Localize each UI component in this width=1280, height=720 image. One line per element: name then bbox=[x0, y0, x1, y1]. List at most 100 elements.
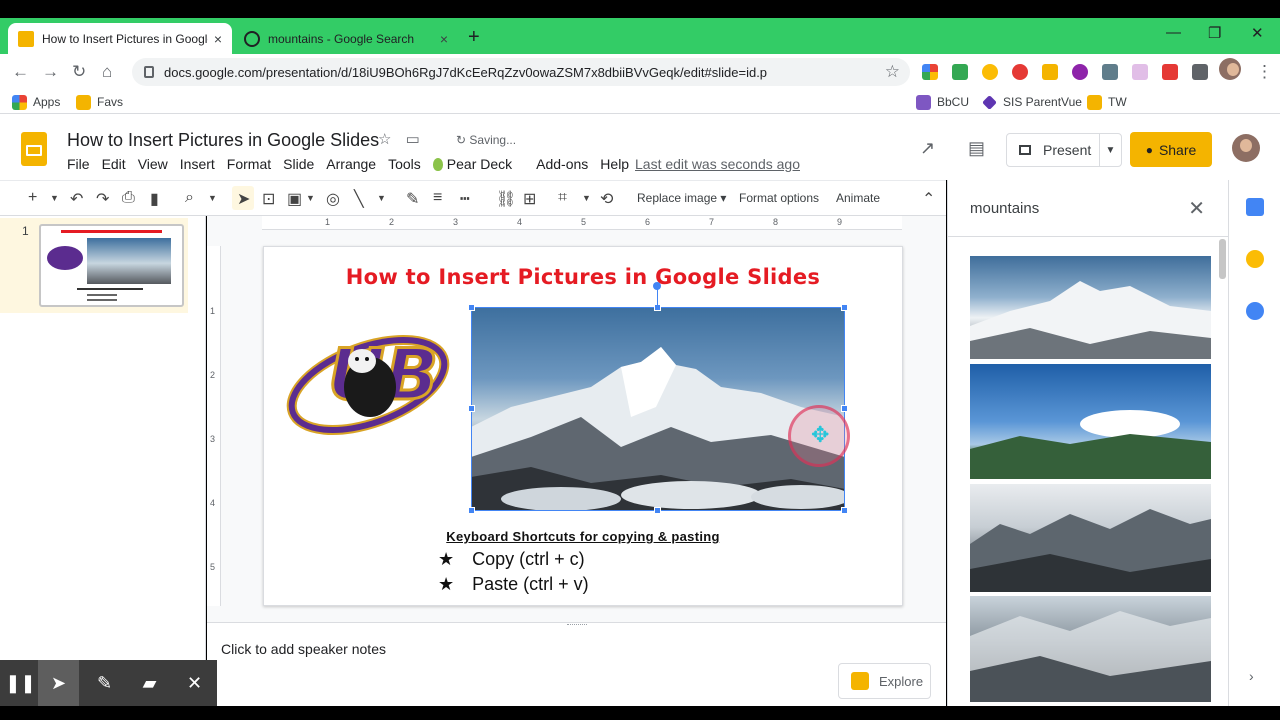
menu-view[interactable]: View bbox=[138, 156, 168, 172]
image-result-2[interactable] bbox=[970, 364, 1211, 479]
address-bar[interactable]: docs.google.com/presentation/d/18iU9BOh6… bbox=[132, 58, 910, 86]
extension-icon[interactable] bbox=[1042, 64, 1058, 80]
shortcuts-heading[interactable]: Keyboard Shortcuts for copying & pasting bbox=[264, 529, 902, 544]
image-result-3[interactable] bbox=[970, 484, 1211, 592]
highlighter-tool-icon[interactable]: ▰ bbox=[129, 660, 170, 706]
explore-button[interactable]: Explore bbox=[838, 663, 931, 699]
crop-icon[interactable]: ⌗ bbox=[558, 189, 567, 207]
paint-format-icon[interactable]: ▮ bbox=[150, 189, 159, 209]
resize-handle-w[interactable] bbox=[468, 405, 475, 412]
text-box-icon[interactable]: ⊡ bbox=[262, 189, 275, 209]
forward-icon[interactable]: → bbox=[42, 62, 59, 82]
menu-slide[interactable]: Slide bbox=[283, 156, 314, 172]
menu-pear-deck[interactable]: Pear Deck bbox=[432, 156, 524, 172]
rotate-handle[interactable] bbox=[653, 282, 661, 290]
pause-icon[interactable]: ❚❚ bbox=[0, 660, 41, 706]
horizontal-ruler[interactable]: 1 2 3 4 5 6 7 8 9 bbox=[262, 216, 902, 230]
share-button[interactable]: ● Share bbox=[1130, 132, 1212, 167]
menu-add-ons[interactable]: Add-ons bbox=[536, 156, 588, 172]
close-tab-icon[interactable]: × bbox=[440, 31, 448, 47]
apps-extension-icon[interactable] bbox=[922, 64, 938, 80]
close-panel-icon[interactable]: ✕ bbox=[1188, 196, 1205, 221]
speaker-notes-placeholder[interactable]: Click to add speaker notes bbox=[221, 641, 386, 657]
maximize-button[interactable]: ❐ bbox=[1208, 24, 1221, 42]
extension-icon[interactable] bbox=[1072, 64, 1088, 80]
activity-trend-icon[interactable]: ↗ bbox=[920, 138, 935, 159]
bullet-paste[interactable]: ★ Paste (ctrl + v) bbox=[438, 574, 589, 595]
resize-handle-se[interactable] bbox=[841, 507, 848, 514]
vertical-ruler[interactable]: 1 2 3 4 5 bbox=[207, 246, 221, 606]
extension-icon[interactable] bbox=[1012, 64, 1028, 80]
bear-logo-image[interactable]: UB bbox=[284, 315, 452, 445]
comment-add-icon[interactable]: ⊞ bbox=[523, 189, 536, 209]
zoom-icon[interactable]: ⌕ bbox=[185, 189, 194, 207]
tab-google-search[interactable]: mountains - Google Search × bbox=[234, 23, 458, 54]
pointer-tool-icon[interactable]: ➤ bbox=[38, 660, 79, 706]
extension-icon[interactable] bbox=[952, 64, 968, 80]
tab-slides[interactable]: How to Insert Pictures in Google × bbox=[8, 23, 232, 54]
search-query[interactable]: mountains bbox=[970, 200, 1039, 217]
line-icon[interactable]: ╲ bbox=[354, 189, 364, 209]
close-recorder-icon[interactable]: ✕ bbox=[174, 660, 215, 706]
menu-tools[interactable]: Tools bbox=[388, 156, 421, 172]
expand-rail-icon[interactable]: › bbox=[1249, 668, 1254, 684]
bookmark-apps[interactable]: Apps bbox=[12, 94, 60, 110]
menu-format[interactable]: Format bbox=[227, 156, 271, 172]
resize-handle-sw[interactable] bbox=[468, 507, 475, 514]
puzzle-extensions-icon[interactable] bbox=[1192, 64, 1208, 80]
home-icon[interactable]: ⌂ bbox=[102, 62, 112, 82]
image-result-1[interactable] bbox=[970, 256, 1211, 359]
slide-1[interactable]: How to Insert Pictures in Google Slides … bbox=[263, 246, 903, 606]
document-title[interactable]: How to Insert Pictures in Google Slides bbox=[67, 130, 379, 151]
menu-file[interactable]: File bbox=[67, 156, 90, 172]
tasks-icon[interactable] bbox=[1246, 302, 1264, 320]
mask-dropdown-icon[interactable]: ▼ bbox=[582, 193, 591, 203]
close-window-button[interactable]: ✕ bbox=[1251, 24, 1264, 42]
replace-image-button[interactable]: Replace image ▾ bbox=[637, 191, 726, 205]
extension-icon[interactable] bbox=[1132, 64, 1148, 80]
image-icon[interactable]: ▣ bbox=[287, 189, 302, 209]
new-slide-icon[interactable]: + bbox=[28, 189, 37, 207]
shape-icon[interactable]: ◎ bbox=[326, 189, 340, 209]
google-slides-logo-icon[interactable] bbox=[21, 132, 47, 166]
slide-thumbnail[interactable] bbox=[39, 224, 184, 307]
move-folder-icon[interactable]: ▭ bbox=[406, 131, 420, 148]
slide-title[interactable]: How to Insert Pictures in Google Slides bbox=[264, 265, 902, 289]
resize-handle-ne[interactable] bbox=[841, 304, 848, 311]
resize-handle-s[interactable] bbox=[654, 507, 661, 514]
more-menu-icon[interactable]: ⋮ bbox=[1256, 62, 1273, 82]
menu-edit[interactable]: Edit bbox=[102, 156, 126, 172]
select-arrow-icon[interactable]: ➤ bbox=[237, 189, 250, 209]
format-options-button[interactable]: Format options bbox=[739, 191, 819, 205]
resize-handle-nw[interactable] bbox=[468, 304, 475, 311]
speaker-notes[interactable]: Click to add speaker notes bbox=[207, 622, 946, 660]
pen-tool-icon[interactable]: ✎ bbox=[84, 660, 125, 706]
menu-insert[interactable]: Insert bbox=[180, 156, 215, 172]
last-edit-link[interactable]: Last edit was seconds ago bbox=[635, 156, 800, 172]
print-icon[interactable]: ⎙ bbox=[122, 189, 135, 207]
collapse-toolbar-icon[interactable]: ⌃ bbox=[922, 189, 935, 209]
profile-avatar[interactable] bbox=[1219, 58, 1241, 80]
notes-drag-handle[interactable] bbox=[567, 624, 587, 627]
reset-image-icon[interactable]: ⟲ bbox=[600, 189, 613, 209]
bullet-copy[interactable]: ★ Copy (ctrl + c) bbox=[438, 549, 585, 570]
redo-icon[interactable]: ↷ bbox=[96, 189, 109, 209]
present-button[interactable]: Present ▼ bbox=[1006, 133, 1122, 167]
extension-icon[interactable] bbox=[1102, 64, 1118, 80]
link-icon[interactable]: ⛓ bbox=[496, 189, 516, 209]
resize-handle-e[interactable] bbox=[841, 405, 848, 412]
zoom-dropdown-icon[interactable]: ▼ bbox=[208, 193, 217, 203]
new-tab-button[interactable]: + bbox=[468, 26, 480, 49]
bookmark-favs[interactable]: Favs bbox=[76, 94, 123, 110]
present-dropdown-icon[interactable]: ▼ bbox=[1099, 134, 1121, 166]
border-dash-icon[interactable]: ┅ bbox=[460, 189, 470, 209]
extension-icon[interactable] bbox=[982, 64, 998, 80]
image-dropdown-icon[interactable]: ▼ bbox=[306, 193, 315, 203]
account-avatar[interactable] bbox=[1232, 134, 1260, 162]
minimize-button[interactable]: — bbox=[1166, 24, 1181, 41]
keep-icon[interactable] bbox=[1246, 250, 1264, 268]
bookmark-bbcu[interactable]: BbCU bbox=[916, 94, 969, 110]
undo-icon[interactable]: ↶ bbox=[70, 189, 83, 209]
close-tab-icon[interactable]: × bbox=[214, 31, 222, 47]
animate-button[interactable]: Animate bbox=[836, 191, 880, 205]
